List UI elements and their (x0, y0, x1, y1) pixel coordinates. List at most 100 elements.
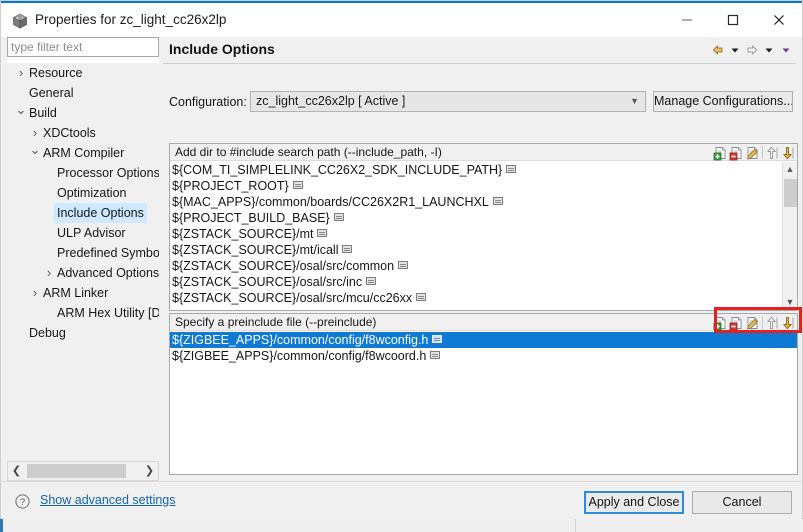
include-paths-toolbar[interactable] (713, 144, 796, 161)
variable-button-icon[interactable] (432, 335, 443, 343)
add-icon[interactable] (713, 314, 729, 331)
preinclude-group: Specify a preinclude file (--preinclude)… (169, 313, 798, 475)
sidebar-item-optimization[interactable]: Optimization (7, 183, 159, 203)
list-item[interactable]: ${ZIGBEE_APPS}/common/config/f8wconfig.h (170, 332, 797, 348)
variable-button-icon[interactable] (492, 197, 503, 205)
sidebar-item-arm-compiler[interactable]: ⌄ ARM Compiler (7, 143, 159, 163)
scroll-up-icon[interactable]: ▲ (783, 162, 797, 177)
cancel-button[interactable]: Cancel (692, 491, 792, 514)
list-item-label: ${ZSTACK_SOURCE}/osal/src/inc (172, 275, 363, 289)
sidebar-item-label: Include Options (54, 203, 147, 223)
variable-button-icon[interactable] (317, 229, 328, 237)
add-icon[interactable] (713, 144, 729, 161)
sidebar-item-debug[interactable]: Debug (7, 323, 159, 343)
delete-icon[interactable] (729, 144, 745, 161)
apply-and-close-button[interactable]: Apply and Close (584, 491, 684, 514)
chevron-down-icon[interactable]: ⌄ (29, 143, 41, 157)
chevron-right-icon[interactable]: › (29, 283, 41, 303)
sidebar-item-label: Debug (29, 326, 66, 340)
chevron-right-icon[interactable]: › (43, 263, 55, 283)
sidebar-item-arm-linker[interactable]: › ARM Linker (7, 283, 159, 303)
show-advanced-settings-link[interactable]: Show advanced settings (40, 493, 176, 507)
scrollbar-thumb[interactable] (784, 179, 797, 207)
list-item-label: ${ZIGBEE_APPS}/common/config/f8wcoord.h (172, 349, 427, 363)
sidebar-item-predefined-symbols[interactable]: Predefined Symbols (7, 243, 159, 263)
chevron-right-icon[interactable]: › (15, 63, 27, 83)
list-item[interactable]: ${ZSTACK_SOURCE}/mt/icall (170, 242, 782, 258)
scrollbar-thumb[interactable] (27, 464, 126, 478)
back-icon[interactable] (709, 40, 726, 60)
list-item[interactable]: ${ZIGBEE_APPS}/common/config/f8wcoord.h (170, 348, 797, 364)
scroll-down-icon[interactable]: ▼ (783, 295, 797, 310)
view-menu-icon[interactable] (777, 40, 794, 60)
sidebar-item-label: Resource (29, 66, 83, 80)
variable-button-icon[interactable] (333, 213, 344, 221)
list-item[interactable]: ${COM_TI_SIMPLELINK_CC26X2_SDK_INCLUDE_P… (170, 162, 782, 178)
list-item[interactable]: ${ZSTACK_SOURCE}/osal/src/common (170, 258, 782, 274)
question-mark-icon[interactable]: ? (15, 494, 30, 509)
variable-button-icon[interactable] (430, 351, 441, 359)
sidebar-item-label: ULP Advisor (57, 226, 126, 240)
sidebar-item-label: XDCtools (43, 126, 96, 140)
move-up-icon[interactable] (764, 314, 780, 331)
sidebar-item-label: ARM Hex Utility [Disa (57, 306, 159, 320)
variable-button-icon[interactable] (292, 181, 303, 189)
content-pane: Include Options Configuration: zc_light_… (163, 37, 798, 481)
sidebar-item-ulp-advisor[interactable]: ULP Advisor (7, 223, 159, 243)
list-item[interactable]: ${ZSTACK_SOURCE}/osal/src/mcu/cc26xx (170, 290, 782, 306)
sidebar-item-resource[interactable]: › Resource (7, 63, 159, 83)
properties-dialog: Properties for zc_light_cc26x2lp ›Resour… (0, 0, 803, 519)
list-item[interactable]: ${ZSTACK_SOURCE}/mt (170, 226, 782, 242)
navigation-toolbar[interactable] (709, 40, 794, 60)
filter-input-wrapper[interactable] (7, 37, 160, 57)
list-item-label: ${ZSTACK_SOURCE}/mt/icall (172, 243, 339, 257)
variable-button-icon[interactable] (342, 245, 353, 253)
variable-button-icon[interactable] (398, 261, 409, 269)
back-dropdown-icon[interactable] (726, 40, 743, 60)
settings-tree[interactable]: › Resource General ⌄ Build › XDCtools ⌄ ARM Comp… (7, 63, 159, 461)
sidebar-item-label: Advanced Options (57, 266, 159, 280)
sidebar-item-advanced-options[interactable]: › Advanced Options (7, 263, 159, 283)
filter-input[interactable] (8, 38, 160, 56)
include-paths-list[interactable]: ${COM_TI_SIMPLELINK_CC26X2_SDK_INCLUDE_P… (170, 162, 782, 310)
chevron-left-icon[interactable]: ❮ (8, 462, 25, 480)
list-item[interactable]: ${MAC_APPS}/common/boards/CC26X2R1_LAUNC… (170, 194, 782, 210)
edit-icon[interactable] (745, 314, 761, 331)
edit-icon[interactable] (745, 144, 761, 161)
sidebar-item-label: General (29, 86, 74, 100)
forward-icon[interactable] (743, 40, 760, 60)
delete-icon[interactable] (729, 314, 745, 331)
close-icon[interactable] (756, 3, 802, 37)
variable-button-icon[interactable] (506, 165, 517, 173)
list-item[interactable]: ${ZSTACK_SOURCE}/osal/src/inc (170, 274, 782, 290)
tree-horizontal-scrollbar[interactable]: ❮ ❯ (7, 461, 159, 481)
sidebar-item-build[interactable]: ⌄ Build (7, 103, 159, 123)
preinclude-title: Specify a preinclude file (--preinclude) (175, 315, 377, 329)
list-item-label: ${ZSTACK_SOURCE}/osal/src/mcu/cc26xx (172, 291, 413, 305)
list-item-label: ${PROJECT_BUILD_BASE} (172, 211, 330, 225)
sidebar-item-include-options[interactable]: Include Options (7, 203, 159, 223)
sidebar-item-processor-options[interactable]: Processor Options (7, 163, 159, 183)
list-item-label: ${COM_TI_SIMPLELINK_CC26X2_SDK_INCLUDE_P… (172, 163, 503, 177)
move-down-icon[interactable] (780, 144, 796, 161)
forward-dropdown-icon[interactable] (760, 40, 777, 60)
maximize-icon[interactable] (710, 3, 756, 37)
variable-button-icon[interactable] (416, 293, 427, 301)
chevron-down-icon[interactable]: ⌄ (15, 103, 27, 117)
chevron-right-icon[interactable]: › (29, 123, 41, 143)
preinclude-list[interactable]: ${ZIGBEE_APPS}/common/config/f8wconfig.h… (170, 332, 797, 474)
move-up-icon[interactable] (764, 144, 780, 161)
manage-configurations-button[interactable]: Manage Configurations... (653, 91, 793, 112)
list-item[interactable]: ${PROJECT_BUILD_BASE} (170, 210, 782, 226)
preinclude-toolbar[interactable] (713, 314, 796, 331)
sidebar-item-general[interactable]: General (7, 83, 159, 103)
minimize-icon[interactable] (664, 3, 710, 37)
include-paths-scrollbar[interactable]: ▲ ▼ (782, 162, 797, 310)
sidebar-item-xdctools[interactable]: › XDCtools (7, 123, 159, 143)
configuration-select[interactable]: zc_light_cc26x2lp [ Active ] ▼ (250, 91, 646, 112)
sidebar-item-arm-hex-utility-disa[interactable]: ARM Hex Utility [Disa (7, 303, 159, 323)
variable-button-icon[interactable] (366, 277, 377, 285)
chevron-right-icon[interactable]: ❯ (141, 462, 158, 480)
list-item[interactable]: ${PROJECT_ROOT} (170, 178, 782, 194)
move-down-icon[interactable] (780, 314, 796, 331)
